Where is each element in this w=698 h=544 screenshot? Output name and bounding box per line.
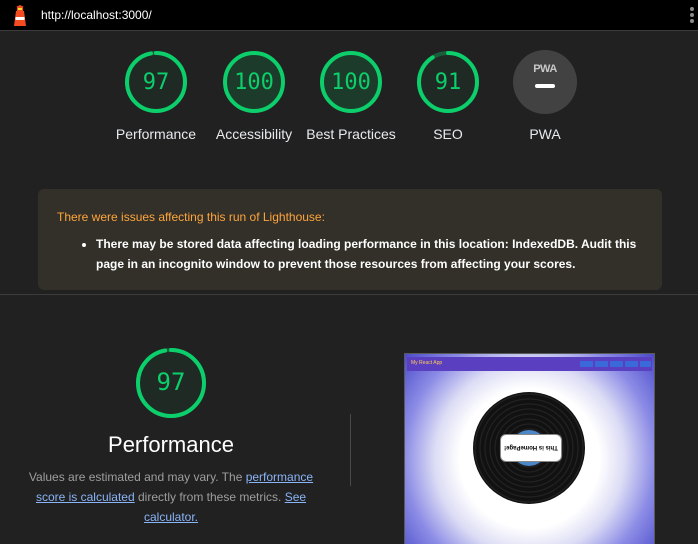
performance-description: Values are estimated and may vary. The p… bbox=[26, 467, 316, 527]
vertical-separator bbox=[350, 414, 351, 486]
screenshot-nav-button bbox=[625, 361, 638, 367]
accessibility-score: 100 bbox=[234, 70, 274, 95]
performance-large-score: 97 bbox=[156, 368, 186, 396]
warning-list: There may be stored data affecting loadi… bbox=[96, 234, 646, 274]
seo-score: 91 bbox=[434, 70, 462, 95]
accessibility-label: Accessibility bbox=[215, 126, 293, 142]
seo-label: SEO bbox=[433, 126, 463, 142]
warning-box: There were issues affecting this run of … bbox=[38, 189, 662, 290]
performance-heading: Performance bbox=[108, 432, 234, 457]
screenshot-nav-button bbox=[595, 361, 608, 367]
best-practices-label: Best Practices bbox=[306, 126, 396, 142]
page-url: http://localhost:3000/ bbox=[41, 8, 152, 22]
best-practices-score: 100 bbox=[331, 70, 371, 95]
lighthouse-topbar: http://localhost:3000/ bbox=[0, 0, 698, 31]
pwa-label: PWA bbox=[529, 126, 561, 142]
warning-title: There were issues affecting this run of … bbox=[57, 210, 325, 224]
record-label-text: This is HomePage! bbox=[500, 434, 562, 462]
pwa-dash bbox=[535, 84, 555, 88]
screenshot-nav-button bbox=[610, 361, 623, 367]
section-divider bbox=[0, 294, 698, 295]
performance-label: Performance bbox=[115, 126, 197, 142]
performance-score: 97 bbox=[142, 70, 170, 95]
pwa-badge-icon: PWA bbox=[513, 50, 577, 114]
screenshot-brand: My React App bbox=[411, 360, 443, 366]
lighthouse-logo-icon bbox=[14, 5, 26, 26]
screenshot-navbar: My React App bbox=[407, 357, 652, 371]
desc-prefix: Values are estimated and may vary. The bbox=[28, 470, 246, 484]
warning-item: There may be stored data affecting loadi… bbox=[96, 234, 646, 274]
more-options-icon[interactable] bbox=[689, 7, 695, 23]
screenshot-nav-button bbox=[640, 361, 651, 367]
desc-middle: directly from these metrics. bbox=[134, 490, 285, 504]
final-screenshot[interactable]: My React App This is HomePage! bbox=[404, 353, 655, 544]
pwa-badge-text: PWA bbox=[533, 63, 557, 75]
screenshot-nav-button bbox=[580, 361, 593, 367]
